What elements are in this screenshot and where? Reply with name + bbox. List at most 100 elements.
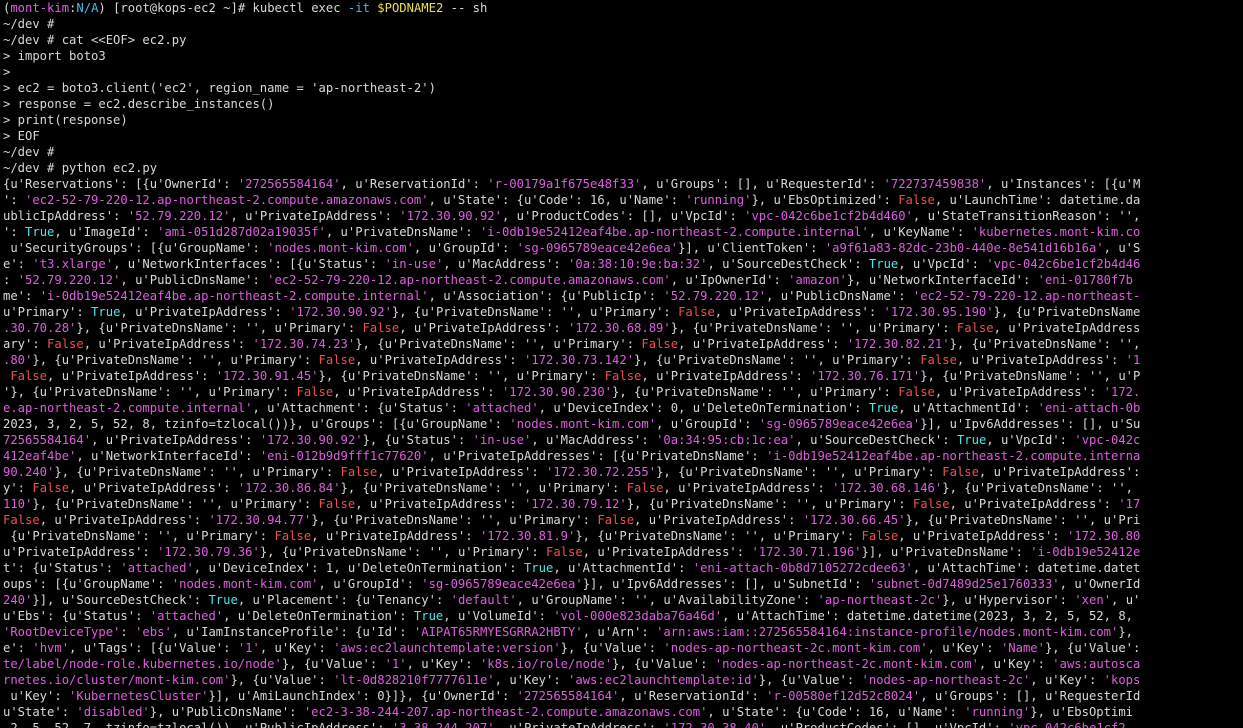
output-segment: False [912,497,950,511]
shell-line: ~/dev # [3,17,55,31]
output-segment: , u'PrivateIpAddress': [47,369,216,383]
output-segment: , u'PublicDnsName': [120,273,268,287]
output-segment: False [861,529,899,543]
output-segment: }, {u'PrivateDnsName': '', u'Primary': [32,353,319,367]
output-segment: , u'Key': [1030,673,1104,687]
shell-line: ~/dev # [3,145,55,159]
output-segment: True [868,401,899,415]
output-segment: }, {u'PrivateDnsName': '', [942,481,1134,495]
output-line: oups': [{u'GroupName': 'nodes.mont-kim.c… [3,576,1243,592]
output-segment: ': [3,193,26,207]
output-segment: , u'PrivateIpAddress': [582,545,752,559]
output-segment: , u'PrivateIpAddress': [978,465,1141,479]
output-segment: }, {u'PrivateDnsName': '', u'Primary': [76,321,363,335]
output-segment: 'in-use' [384,257,444,271]
kube-namespace: N/A [76,1,99,15]
output-segment: }], u'AmiLaunchIndex': 0}]}, {u'OwnerId'… [208,689,517,703]
output-segment: True [208,593,238,607]
output-segment: '172.30.90.230' [501,385,613,399]
output-segment: }, {u'PrivateDnsName': '', u'Primary': [259,545,546,559]
output-segment: 'r-00580ef12d52c8024' [766,689,921,703]
output-segment: '17 [1118,497,1141,511]
output-segment: }], u'ClientToken': [678,241,825,255]
output-segment: 'subnet-0d7489d25e1760333' [868,577,1060,591]
output-segment: : [3,273,18,287]
output-segment: }, {u'PrivateDnsName': '', u'Primary': [612,385,899,399]
output-segment: , u'AttachTime': datetime.datetime(2023,… [722,609,1133,623]
output-segment: 'attached' [120,561,194,575]
output-segment: , u'GroupId': [413,241,517,255]
output-line: 72565584164', u'PrivateIpAddress': '172.… [3,432,1243,448]
output-segment: {u'Reservations': [{u'OwnerId': [3,177,238,191]
output-segment: , u'NetworkInterfaces': [{u'Status': [113,257,385,271]
output-segment: 'aws:autosca [1052,657,1141,671]
output-line: {u'PrivateDnsName': '', u'Primary': Fals… [3,528,1243,544]
output-segment: , u'PrivateIpAddress': [714,305,884,319]
output-segment: , u'State': {u'Code': 16, u'Name': [707,705,965,719]
output-segment: 'eni-01780f7b [1037,273,1134,287]
output-segment: False [274,529,312,543]
output-segment: 'ap-northeast-2c' [817,593,943,607]
output-line: .30.70.28'}, {u'PrivateDnsName': '', u'P… [3,320,1243,336]
output-segment: '172.30.95.190' [883,305,994,319]
output-segment: , u'PrivateIpAddresses': [{u'PrivateDnsN… [428,449,767,463]
output-segment: '3.38.244.207' [391,721,495,728]
output-segment: 90.240' [3,465,55,479]
output-segment: 'amazon' [788,273,847,287]
output-line: {u'Reservations': [{u'OwnerId': '2725655… [3,176,1243,192]
output-segment: '172.30.90.92' [289,305,392,319]
output-segment: '172.30.71.196' [751,545,862,559]
terminal-window[interactable]: (mont-kim:N/A) [root@kops-ec2 ~]# kubect… [0,0,1243,728]
output-segment: False [3,513,40,527]
output-segment: }, {u'Value': [1044,641,1141,655]
output-segment: '172.30.73.142' [523,353,635,367]
output-segment: 'eni-attach-0b8d7105272cdee63' [692,561,913,575]
output-segment: False [626,481,664,495]
output-segment: , u'AttachTime': datetime.datet [912,561,1141,575]
output-segment: 'nodes-ap-northeast-2c.mont-kim.com' [663,641,928,655]
output-segment: , u'Attachment': {u'Status': [252,401,466,415]
output-segment: , u'Groups': [], u'RequesterId [920,689,1141,703]
output-segment: 'eni-012b9d9fff1c77620' [259,449,429,463]
output-segment: False [362,321,400,335]
output-segment: }], u'Ipv6Addresses': [], u'Su [920,417,1141,431]
output-segment: 'lt-0d828210f7777611e' [333,673,495,687]
output-segment: '172.30.79.12' [523,497,627,511]
output-segment: , u'PrivateIpAddress': [678,337,847,351]
output-segment: , u'Groups': [], u'RequesterId': [641,177,884,191]
output-segment: , u'OwnerId [1059,577,1141,591]
output-segment: , u'PrivateIpAddress': [898,529,1067,543]
output-segment: u'SecurityGroups': [{u'GroupName': [3,241,268,255]
output-line: 240'}], u'SourceDestCheck': True, u'Plac… [3,592,1243,608]
output-segment: True [91,305,121,319]
output-segment: , u'MacAddress': [443,257,569,271]
output-segment: 'i-0db19e52412e [1030,545,1141,559]
output-segment: 240' [3,593,33,607]
output-segment: , u'Key': [927,641,1001,655]
output-segment: }, {u'PrivateDnsName': '', u'Pri [905,513,1141,527]
output-segment: 'ec2-52-79-220-12.ap-northeast- [912,289,1141,303]
output-segment: }, {u'PrivateDnsName': '', u'Primary': [656,465,943,479]
output-segment: False [898,385,935,399]
shell-line: > import boto3 [3,49,106,63]
output-segment: , u'PrivateIpAddress': [634,513,803,527]
output-segment: , u'GroupId': [656,417,759,431]
output-segment: , u'State': {u'Code': 16, u'Name': [428,193,686,207]
output-segment: , u'S [1103,241,1141,255]
shell-line: > ec2 = boto3.client('ec2', region_name … [3,81,436,95]
output-segment: , u'PrivateIpAddress': [69,481,238,495]
output-segment: False [546,545,583,559]
output-segment: 'i-0db19e52412eaf4be.ap-northeast-2.comp… [39,289,429,303]
output-segment: 412eaf4be' [3,449,77,463]
shell-line: > response = ec2.describe_instances() [3,97,275,111]
output-segment: , u'SourceDestCheck': [707,257,869,271]
output-segment: , u'PrivateIpAddress [993,321,1141,335]
output-segment: '172.30.90.92' [399,209,502,223]
output-segment: }, {u'PrivateDnsName': '', u'Primary': [391,305,679,319]
output-segment: }, u'NetworkInterfaceId': [846,273,1038,287]
output-segment: , u'StateTransitionReason': '', [912,209,1141,223]
output-segment: ublicIpAddress': [3,209,128,223]
output-segment: 'nodes.mont-kim.com' [267,241,414,255]
output-line: 2023, 3, 2, 5, 52, 8, tzinfo=tzlocal())}… [3,416,1243,432]
output-segment: False [641,337,679,351]
